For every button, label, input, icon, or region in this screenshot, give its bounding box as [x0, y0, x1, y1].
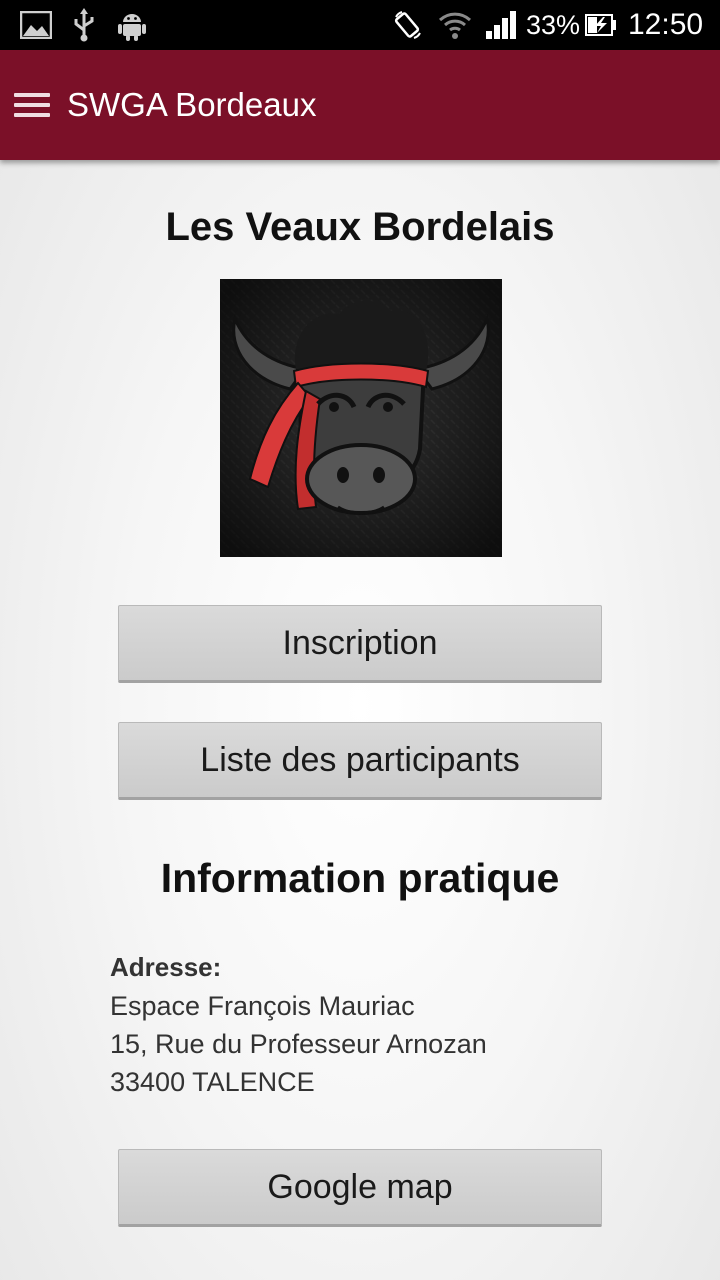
app-title: SWGA Bordeaux	[67, 86, 317, 123]
rotate-icon	[392, 0, 424, 50]
status-bar: 33% 12:50	[0, 0, 720, 50]
wifi-icon	[437, 0, 473, 50]
battery-icon	[584, 0, 618, 50]
app-bar: SWGA Bordeaux	[0, 50, 720, 160]
address-line: 33400 TALENCE	[110, 1067, 315, 1097]
signal-icon	[484, 0, 518, 50]
bull-logo-icon	[220, 279, 502, 557]
inscription-button[interactable]: Inscription	[118, 605, 602, 683]
info-section-title: Information pratique	[160, 855, 560, 901]
image-icon	[20, 0, 52, 50]
address-label: Adresse:	[110, 952, 222, 982]
clock: 12:50	[628, 8, 704, 41]
address-line: 15, Rue du Professeur Arnozan	[110, 1029, 487, 1059]
participants-list-button[interactable]: Liste des participants	[118, 722, 602, 800]
battery-percent: 33%	[526, 10, 581, 40]
google-map-button[interactable]: Google map	[118, 1149, 602, 1227]
usb-icon	[70, 0, 98, 50]
address-line: Espace François Mauriac	[110, 991, 415, 1021]
event-title: Les Veaux Bordelais	[165, 205, 555, 249]
android-icon	[115, 0, 149, 50]
hamburger-menu-icon[interactable]	[14, 93, 50, 117]
